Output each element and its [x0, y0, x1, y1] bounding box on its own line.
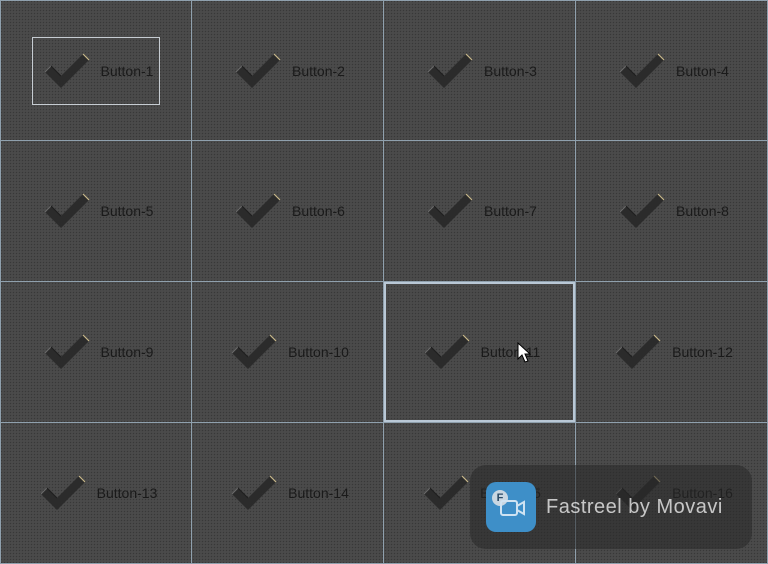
button-label: Button-5 — [100, 203, 154, 219]
check-button-4[interactable]: Button-4 — [576, 0, 768, 141]
checkmark-icon — [424, 334, 470, 369]
checkmark-icon — [427, 193, 473, 228]
checkmark-icon — [40, 475, 86, 510]
button-label: Button-12 — [672, 344, 733, 360]
check-button-9[interactable]: Button-9 — [0, 282, 192, 423]
check-button-3[interactable]: Button-3 — [384, 0, 576, 141]
checkmark-icon — [423, 475, 469, 510]
mouse-cursor-icon — [517, 342, 531, 363]
checkmark-icon — [619, 53, 665, 88]
button-content: Button-8 — [610, 188, 733, 234]
checkmark-icon — [235, 53, 281, 88]
button-label: Button-1 — [100, 62, 154, 79]
button-content: Button-7 — [418, 188, 541, 234]
check-button-14[interactable]: Button-14 — [192, 423, 384, 564]
checkmark-icon — [427, 53, 473, 88]
button-content: Button-2 — [226, 48, 349, 94]
button-content: Button-12 — [606, 329, 737, 375]
check-button-13[interactable]: Button-13 — [0, 423, 192, 564]
check-button-5[interactable]: Button-5 — [0, 141, 192, 282]
button-label: Button-13 — [96, 485, 158, 501]
button-label: Button-6 — [292, 203, 345, 219]
check-button-10[interactable]: Button-10 — [192, 282, 384, 423]
button-content: Button-13 — [31, 470, 162, 516]
check-button-8[interactable]: Button-8 — [576, 141, 768, 282]
checkmark-icon — [44, 193, 89, 228]
watermark: F Fastreel by Movavi — [470, 465, 752, 549]
app-window: Button-1 Button-2 Button-3 Button-4 Button-5… — [0, 0, 768, 564]
button-label: Button-14 — [288, 485, 349, 501]
button-label: Button-4 — [676, 62, 729, 79]
check-button-2[interactable]: Button-2 — [192, 0, 384, 141]
check-button-7[interactable]: Button-7 — [384, 141, 576, 282]
video-camera-icon — [500, 500, 525, 516]
check-button-11[interactable]: Button-11 — [384, 282, 576, 423]
button-content: Button-5 — [35, 188, 158, 234]
button-content: Button-9 — [35, 329, 158, 375]
button-label: Button-11 — [480, 344, 541, 360]
checkmark-icon — [44, 334, 89, 369]
button-label: Button-2 — [292, 62, 345, 79]
check-button-6[interactable]: Button-6 — [192, 141, 384, 282]
checkmark-icon — [235, 193, 281, 228]
checkmark-icon — [231, 334, 277, 369]
button-label: Button-3 — [484, 62, 537, 79]
button-content: Button-14 — [222, 470, 353, 516]
button-content: Button-4 — [610, 48, 733, 94]
checkmark-icon — [44, 53, 89, 88]
fastreel-logo: F — [486, 482, 536, 532]
button-content: Button-10 — [222, 329, 353, 375]
button-label: Button-9 — [100, 344, 154, 360]
button-content: Button-3 — [418, 48, 541, 94]
check-button-12[interactable]: Button-12 — [576, 282, 768, 423]
checkmark-icon — [231, 475, 277, 510]
button-content: Button-6 — [226, 188, 349, 234]
checkmark-icon — [619, 193, 665, 228]
check-button-1[interactable]: Button-1 — [0, 0, 192, 141]
button-label: Button-10 — [288, 344, 349, 360]
button-content: Button-1 — [32, 36, 160, 105]
checkmark-icon — [615, 334, 661, 369]
watermark-text: Fastreel by Movavi — [546, 495, 723, 518]
button-label: Button-8 — [676, 203, 729, 219]
button-label: Button-7 — [484, 203, 537, 219]
